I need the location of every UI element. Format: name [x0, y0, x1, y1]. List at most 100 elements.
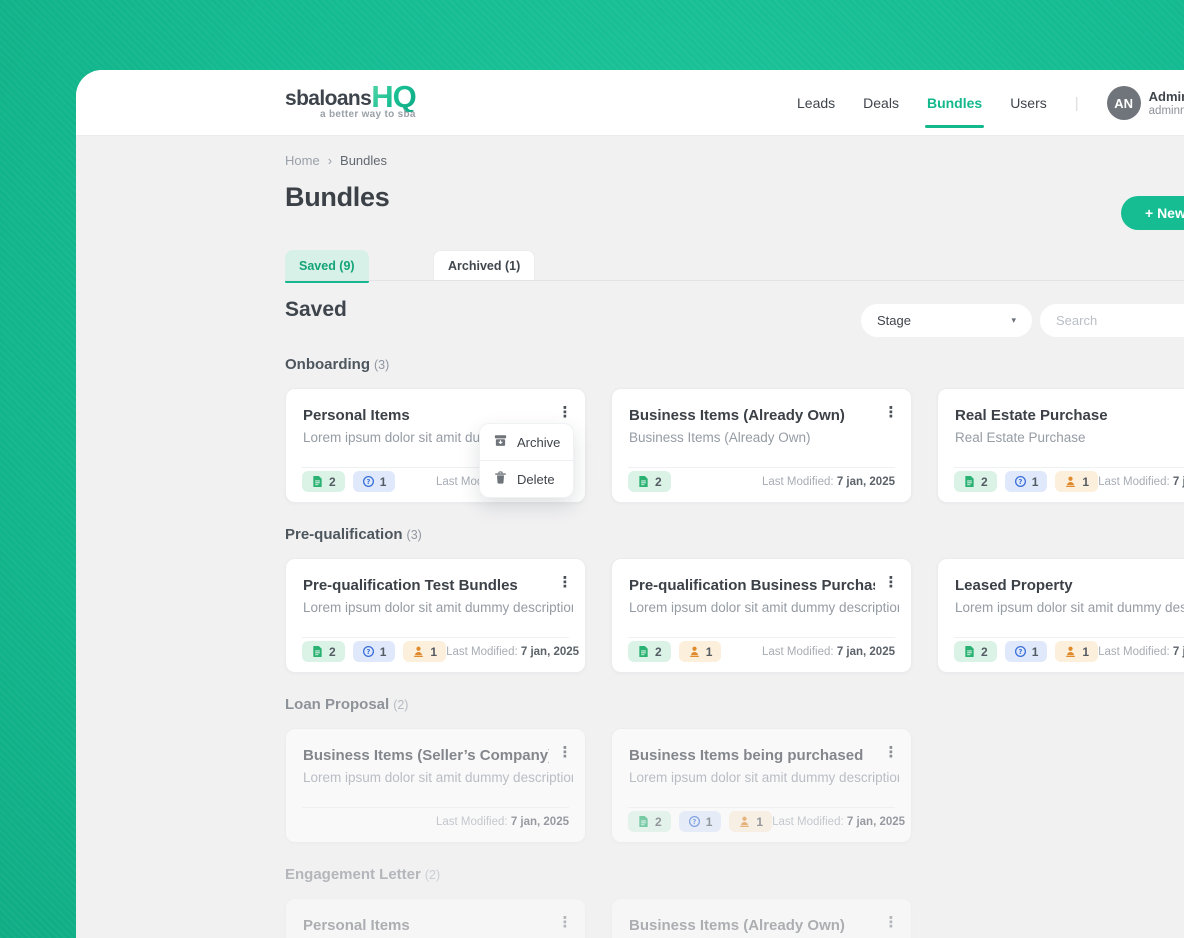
- badge-value: 1: [706, 815, 713, 829]
- badge-value: 1: [380, 645, 387, 659]
- svg-text:?: ?: [366, 478, 370, 486]
- card-divider: [954, 637, 1184, 638]
- new-bundle-button[interactable]: + New: [1121, 196, 1184, 230]
- badge-users: 1: [403, 641, 446, 662]
- kebab-menu-icon[interactable]: ⋮: [555, 743, 575, 761]
- tab-saved[interactable]: Saved (9): [285, 250, 369, 281]
- bundle-card-title: Pre-qualification Test Bundles: [303, 577, 549, 594]
- section-name: Loan Proposal: [285, 696, 389, 713]
- card-context-menu: Archive Delete: [479, 423, 574, 498]
- last-modified-date: 7 jan, 2025: [521, 646, 579, 658]
- kebab-menu-icon[interactable]: ⋮: [555, 913, 575, 931]
- archive-icon: [493, 433, 508, 451]
- badge-questions: ?1: [353, 471, 396, 492]
- question-icon: ?: [1014, 475, 1027, 488]
- badge-group: 21: [628, 641, 721, 662]
- card-divider: [628, 637, 895, 638]
- bundle-card[interactable]: Pre-qualification Test Bundles ⋮ Lorem ips…: [285, 558, 586, 673]
- badge-value: 2: [329, 645, 336, 659]
- kebab-menu-icon[interactable]: ⋮: [881, 913, 901, 931]
- badge-group: 2?1: [302, 471, 395, 492]
- last-modified-label: Last Modified:: [446, 646, 518, 658]
- last-modified: Last Modified: 7 jan, 2025: [772, 816, 905, 828]
- kebab-menu-icon[interactable]: ⋮: [555, 573, 575, 591]
- badge-value: 1: [1082, 645, 1089, 659]
- nav-item-bundles[interactable]: Bundles: [927, 95, 982, 111]
- trash-icon: [493, 470, 508, 488]
- bundle-card[interactable]: Pre-qualification Business Purchase⋮Lore…: [611, 558, 912, 673]
- card-divider: [628, 467, 895, 468]
- card-footer: 21Last Modified: 7 jan, 2025: [628, 641, 895, 662]
- user-icon: [412, 645, 425, 658]
- menu-item-archive[interactable]: Archive: [480, 424, 573, 460]
- bundle-card[interactable]: Business Items (Already Own)⋮Business It…: [611, 388, 912, 503]
- nav-item-deals[interactable]: Deals: [863, 95, 899, 111]
- card-footer: 2?11Last Modified: 7 jan, 2025: [954, 641, 1184, 662]
- last-modified: Last Modified: 7 jan, 2025: [762, 476, 895, 488]
- card-divider: [302, 637, 569, 638]
- document-icon: [637, 475, 650, 488]
- section-name: Pre-qualification: [285, 526, 403, 543]
- nav-item-users[interactable]: Users: [1010, 95, 1047, 111]
- badge-value: 1: [1032, 645, 1039, 659]
- badge-documents: 2: [628, 641, 671, 662]
- bundle-card-description: Lorem ipsum dolor sit amit dummy descrip…: [303, 770, 573, 785]
- bundle-card-description: Lorem ipsum dolor sit amit dummy descrip…: [303, 600, 573, 615]
- badge-group: 2?11: [302, 641, 446, 662]
- section-name: Engagement Letter: [285, 866, 421, 883]
- badge-value: 2: [981, 475, 988, 489]
- badge-value: 2: [329, 475, 336, 489]
- kebab-menu-icon[interactable]: ⋮: [555, 403, 575, 421]
- bundle-card-title: Business Items being purchased: [629, 747, 875, 764]
- search-input[interactable]: [1040, 304, 1184, 337]
- tab-archived[interactable]: Archived (1): [433, 250, 535, 281]
- app-logo[interactable]: sbaloansHQ a better way to sba: [285, 81, 416, 120]
- badge-documents: 2: [954, 471, 997, 492]
- badge-value: 2: [655, 815, 662, 829]
- user-icon: [1064, 475, 1077, 488]
- bundle-card-description: Real Estate Purchase: [955, 430, 1184, 445]
- badge-value: 2: [655, 645, 662, 659]
- bundle-card-title: Leased Property: [955, 577, 1184, 594]
- user-menu[interactable]: ANAdmin_nameadminname76@gr: [1107, 86, 1184, 120]
- badge-value: 1: [1082, 475, 1089, 489]
- bundle-card-title: Personal Items: [303, 407, 549, 424]
- bundle-card[interactable]: Leased Property⋮Lorem ipsum dolor sit am…: [937, 558, 1184, 673]
- app-header: sbaloansHQ a better way to sba Leads Deal…: [76, 70, 1184, 136]
- bundle-card[interactable]: Business Items being purchased⋮Lorem ips…: [611, 728, 912, 843]
- user-icon: [1064, 645, 1077, 658]
- nav-item-leads[interactable]: Leads: [797, 95, 835, 111]
- bundle-card[interactable]: Real Estate Purchase⋮Real Estate Purchas…: [937, 388, 1184, 503]
- stage-filter-select[interactable]: Stage ▾: [861, 304, 1032, 337]
- kebab-menu-icon[interactable]: ⋮: [881, 573, 901, 591]
- bundle-card-description: Business Items (Already Own): [629, 430, 899, 445]
- badge-value: 1: [706, 645, 713, 659]
- bundle-card[interactable]: Business Items (Seller’s Company)⋮Lorem …: [285, 728, 586, 843]
- last-modified-date: 7 jan, 2025: [837, 476, 895, 488]
- breadcrumb-home[interactable]: Home: [285, 153, 320, 168]
- menu-item-delete[interactable]: Delete: [480, 461, 573, 497]
- last-modified: Last Modified: 7 jan, 2025: [436, 816, 569, 828]
- section-label: Onboarding(3): [285, 356, 1184, 373]
- question-icon: ?: [362, 475, 375, 488]
- badge-group: 2? 1 1: [628, 811, 772, 832]
- breadcrumb-current: Bundles: [340, 153, 387, 168]
- page-title: Bundles: [285, 182, 389, 213]
- last-modified-date: 7 jan, 2025: [847, 816, 905, 828]
- saved-section-heading: Saved: [285, 298, 347, 322]
- kebab-menu-icon[interactable]: ⋮: [881, 403, 901, 421]
- section-label: Engagement Letter(2): [285, 866, 1184, 883]
- section-count: (2): [393, 698, 408, 712]
- kebab-menu-icon[interactable]: ⋮: [881, 743, 901, 761]
- user-icon: [688, 645, 701, 658]
- bundle-card[interactable]: Business Items (Already Own)⋮: [611, 898, 912, 938]
- badge-users: 1: [729, 811, 772, 832]
- question-icon: ?: [1014, 645, 1027, 658]
- badge-value: 1: [380, 475, 387, 489]
- screenshot-root: { "header": { "logo": { "text_primary": …: [0, 0, 1184, 938]
- badge-documents: 2: [628, 471, 671, 492]
- svg-text:?: ?: [692, 818, 696, 826]
- bundle-card[interactable]: Personal Items⋮: [285, 898, 586, 938]
- badge-users: 1: [679, 641, 722, 662]
- app-window: sbaloansHQ a better way to sba Leads Deal…: [76, 70, 1184, 938]
